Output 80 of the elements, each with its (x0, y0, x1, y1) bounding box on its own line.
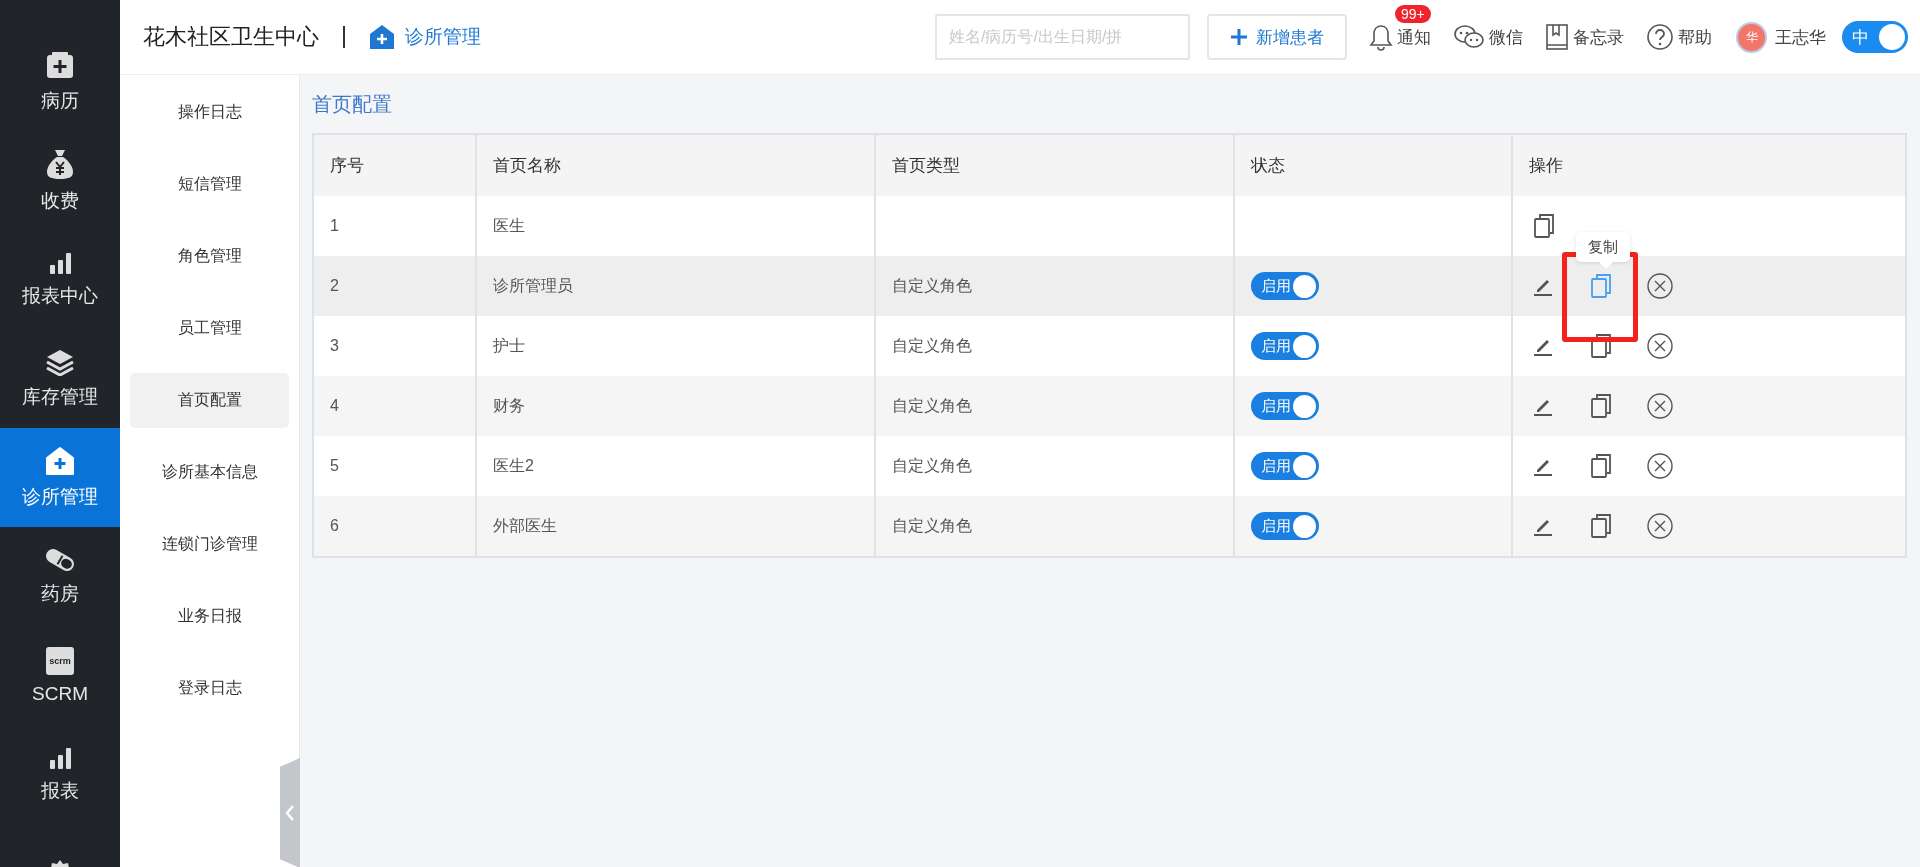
table-cell-text: 自定义角色 (892, 395, 972, 416)
copy-icon[interactable] (1590, 514, 1612, 538)
nav-item[interactable]: 药房 (0, 527, 120, 626)
copy-icon[interactable] (1590, 394, 1612, 418)
menu-item[interactable]: 首页配置 (130, 373, 289, 428)
menu-item[interactable]: 业务日报 (130, 589, 289, 644)
menu-item[interactable]: 角色管理 (130, 229, 289, 284)
column-header: 首页类型 (874, 135, 1233, 196)
table-cell-text: 自定义角色 (892, 275, 972, 296)
breadcrumb-link[interactable]: 诊所管理 (369, 24, 481, 50)
status-toggle[interactable]: 启用 (1251, 392, 1319, 420)
table-cell-text: 医生2 (493, 455, 534, 476)
copy-icon[interactable] (1590, 334, 1612, 358)
nav-item[interactable]: 库存管理 (0, 329, 120, 428)
collapse-handle[interactable] (280, 758, 300, 867)
toolbar-link[interactable]: 微信 (1453, 24, 1523, 50)
money-bag-icon (45, 147, 75, 180)
clinic-title: 花木社区卫生中心 (143, 23, 319, 51)
toolbar-link[interactable]: 备忘录 (1545, 23, 1624, 51)
chat-icon (1453, 24, 1485, 50)
nav-item[interactable]: 报表中心 (0, 230, 120, 329)
table-cell-text: 自定义角色 (892, 335, 972, 356)
status-toggle[interactable]: 启用 (1251, 452, 1319, 480)
table-cell-text: 诊所管理员 (493, 275, 573, 296)
status-toggle[interactable]: 启用 (1251, 512, 1319, 540)
bell-icon (1369, 23, 1393, 51)
user-name[interactable]: 王志华 (1775, 25, 1826, 49)
menu-item[interactable]: 员工管理 (130, 301, 289, 356)
close-icon[interactable] (1647, 273, 1673, 299)
table-cell: 6 (330, 517, 339, 535)
close-icon[interactable] (1647, 513, 1673, 539)
house-plus-icon (45, 445, 75, 476)
close-icon[interactable] (1647, 393, 1673, 419)
column-header: 首页名称 (475, 135, 874, 196)
table-cell-text: 外部医生 (493, 515, 557, 536)
nav-item[interactable]: 病历 (0, 32, 120, 131)
page-title: 首页配置 (312, 92, 393, 117)
table-cell: 1 (330, 217, 339, 235)
table-cell-text: 财务 (493, 395, 525, 416)
close-icon[interactable] (1647, 333, 1673, 359)
menu-item[interactable]: 短信管理 (130, 157, 289, 212)
house-plus-icon (369, 24, 395, 50)
nav-item[interactable]: 收费 (0, 131, 120, 230)
count-badge: 99+ (1395, 5, 1431, 23)
chevron-left-icon (285, 804, 295, 822)
table-cell-text: 自定义角色 (892, 515, 972, 536)
status-toggle[interactable]: 启用 (1251, 272, 1319, 300)
toolbar-link[interactable]: 通知 (1369, 23, 1431, 51)
plus-icon (1230, 28, 1248, 46)
column-header: 序号 (314, 135, 475, 196)
table-cell: 2 (330, 277, 339, 295)
table-cell: 3 (330, 337, 339, 355)
nav-item[interactable]: 诊所管理 (0, 428, 120, 527)
column-header: 操作 (1511, 135, 1905, 196)
table-cell-text: 医生 (493, 215, 525, 236)
add-patient-button[interactable]: 新增患者 (1207, 14, 1347, 60)
book-icon (1545, 23, 1569, 51)
menu-item[interactable]: 登录日志 (130, 661, 289, 716)
menu-item[interactable]: 连锁门诊管理 (130, 517, 289, 572)
menu-item[interactable]: 诊所基本信息 (130, 445, 289, 500)
column-header: 状态 (1233, 135, 1511, 196)
bar-chart-icon (48, 745, 72, 770)
nav-item[interactable]: 报表 (0, 725, 120, 824)
scrm-icon: scrm (46, 646, 74, 675)
toolbar-link[interactable]: 帮助 (1646, 23, 1712, 51)
plus-box-icon (45, 49, 75, 80)
menu-item[interactable]: 操作日志 (130, 85, 289, 140)
help-icon (1646, 23, 1674, 51)
bar-chart-icon (48, 250, 72, 275)
layers-icon (45, 347, 75, 376)
table-cell-text: 护士 (493, 335, 525, 356)
close-icon[interactable] (1647, 453, 1673, 479)
table-cell: 4 (330, 397, 339, 415)
status-toggle[interactable]: 启用 (1251, 332, 1319, 360)
table-cell: 5 (330, 457, 339, 475)
copy-icon[interactable] (1590, 454, 1612, 478)
table-cell-text: 自定义角色 (892, 455, 972, 476)
copy-icon[interactable] (1533, 214, 1555, 238)
nav-item[interactable]: scrm SCRM (0, 626, 120, 725)
tooltip: 复制 (1576, 232, 1630, 269)
